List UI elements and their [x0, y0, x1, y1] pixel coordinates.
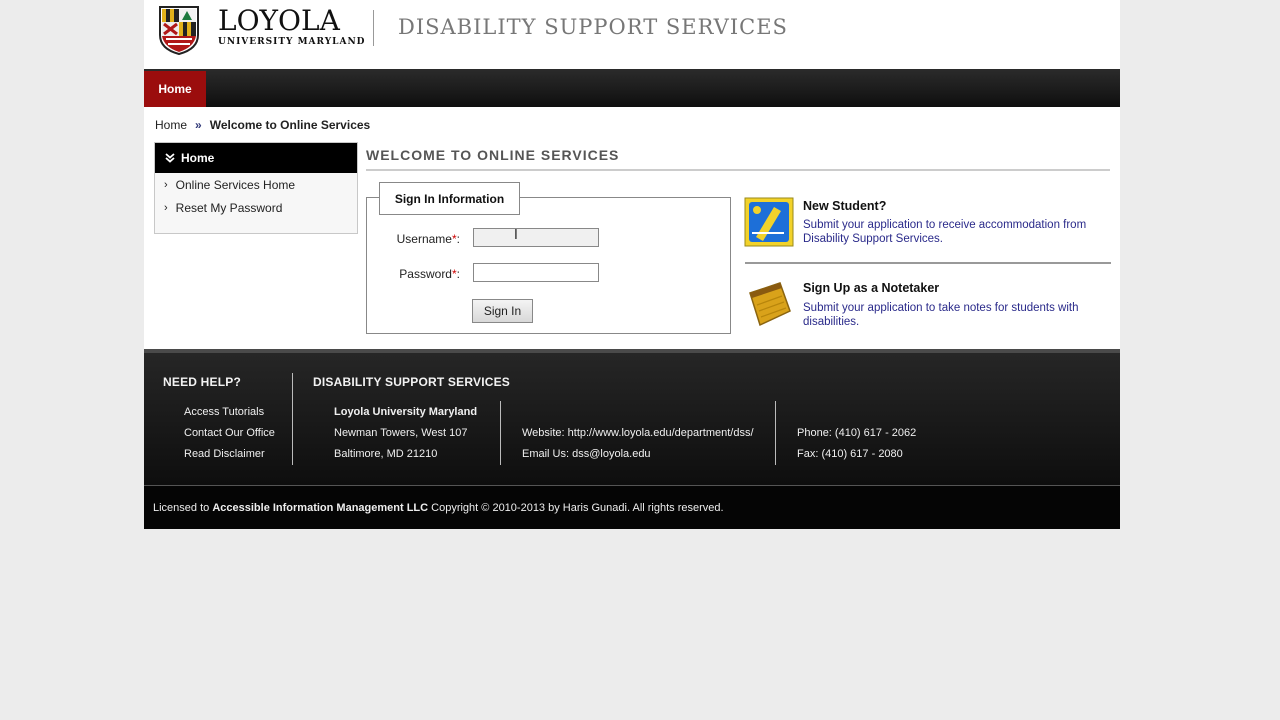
notetaker-promo[interactable]: Sign Up as a Notetaker Submit your appli…	[744, 279, 1112, 329]
double-chevron-down-icon	[165, 153, 175, 163]
footer-divider	[500, 401, 501, 465]
username-label: Username*:	[396, 232, 460, 246]
logo-subtitle: UNIVERSITY MARYLAND	[218, 37, 366, 47]
footer-divider	[775, 401, 776, 465]
chevron-right-icon: ›	[164, 178, 168, 191]
promo-title: New Student?	[803, 199, 887, 213]
breadcrumb-home-link[interactable]: Home	[155, 118, 187, 132]
loyola-crest-icon	[159, 6, 199, 55]
sidebar-title: Home	[181, 151, 215, 165]
main-nav: Home	[144, 69, 1120, 107]
footer-divider	[292, 373, 293, 465]
username-input[interactable]	[473, 228, 599, 247]
footer-phone: Phone: (410) 617 - 2062	[797, 427, 917, 439]
sidebar-header[interactable]: Home	[155, 143, 357, 173]
promo-description: Submit your application to take notes fo…	[803, 302, 1079, 328]
license-company: Accessible Information Management LLC	[212, 502, 429, 514]
logo-divider	[373, 10, 374, 46]
page-title: WELCOME TO ONLINE SERVICES	[366, 147, 620, 163]
footer-website[interactable]: Website: http://www.loyola.edu/departmen…	[522, 427, 754, 439]
sidebar-item-label: Reset My Password	[175, 200, 283, 215]
page: LOYOLA UNIVERSITY MARYLAND DISABILITY SU…	[144, 0, 1120, 529]
license-bar: Licensed to Accessible Information Manag…	[144, 485, 1120, 529]
new-student-promo[interactable]: New Student? Submit your application to …	[744, 197, 1112, 257]
department-title: DISABILITY SUPPORT SERVICES	[398, 15, 788, 39]
footer-fax: Fax: (410) 617 - 2080	[797, 448, 903, 460]
sidebar-item-label: Online Services Home	[175, 177, 296, 192]
sign-in-button[interactable]: Sign In	[472, 299, 533, 323]
promo-title: Sign Up as a Notetaker	[803, 281, 940, 295]
promo-divider	[745, 262, 1111, 264]
sidebar-item-online-services-home[interactable]: › Online Services Home	[164, 173, 357, 196]
footer-link-read-disclaimer[interactable]: Read Disclaimer	[184, 448, 265, 460]
need-help-heading: NEED HELP?	[163, 375, 242, 389]
notepad-icon	[749, 282, 791, 327]
logo-name: LOYOLA	[218, 4, 340, 37]
breadcrumb-separator-icon: »	[195, 118, 202, 132]
promo-description: Submit your application to receive accom…	[803, 219, 1087, 245]
footer-link-access-tutorials[interactable]: Access Tutorials	[184, 406, 264, 418]
chevron-right-icon: ›	[164, 201, 168, 214]
breadcrumb-current: Welcome to Online Services	[209, 118, 371, 132]
site-footer: NEED HELP? Access Tutorials Contact Our …	[144, 349, 1120, 485]
new-student-icon	[744, 197, 794, 247]
breadcrumb: Home » Welcome to Online Services	[155, 118, 370, 132]
text-cursor-icon: I	[514, 228, 518, 243]
sidebar: Home › Online Services Home › Reset My P…	[154, 142, 358, 234]
license-text: Licensed to Accessible Information Manag…	[153, 502, 724, 514]
site-header: LOYOLA UNIVERSITY MARYLAND DISABILITY SU…	[144, 0, 1120, 69]
dss-heading: DISABILITY SUPPORT SERVICES	[313, 375, 510, 389]
signin-legend: Sign In Information	[379, 182, 520, 215]
nav-home-tab[interactable]: Home	[144, 71, 206, 107]
password-input[interactable]	[473, 263, 599, 282]
password-label: Password*:	[399, 267, 460, 281]
title-divider	[366, 169, 1110, 171]
footer-link-contact-office[interactable]: Contact Our Office	[184, 427, 275, 439]
sidebar-item-reset-password[interactable]: › Reset My Password	[164, 196, 357, 219]
footer-address-name: Loyola University Maryland	[334, 406, 478, 418]
footer-address-line: Newman Towers, West 107	[334, 427, 468, 439]
footer-email[interactable]: Email Us: dss@loyola.edu	[522, 448, 651, 460]
footer-address-city: Baltimore, MD 21210	[334, 448, 438, 460]
